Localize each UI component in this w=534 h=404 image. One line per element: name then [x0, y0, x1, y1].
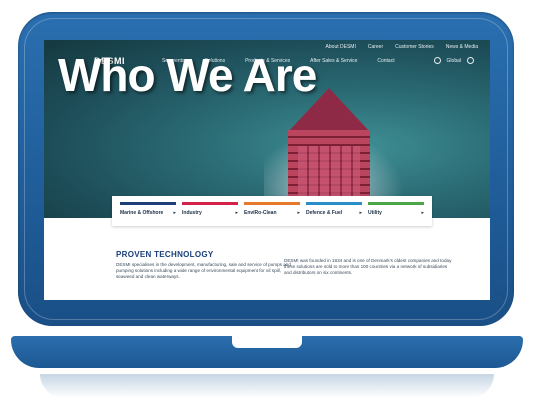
- category-color-bar: [244, 202, 300, 205]
- top-link-customer-stories[interactable]: Customer Stories: [395, 44, 434, 50]
- category-color-bar: [182, 202, 238, 205]
- hero-banner: About DESMI Career Customer Stories News…: [44, 40, 490, 218]
- intro-paragraph-right: DESMI was founded in 1834 and is one of …: [284, 258, 452, 275]
- category-card-enviro-clean[interactable]: EnviRo-Clean ▸: [244, 202, 300, 226]
- nav-right-controls: Global: [433, 57, 474, 64]
- chevron-right-icon: ▸: [297, 210, 300, 216]
- category-color-bar: [368, 202, 424, 205]
- category-color-bar: [120, 202, 176, 205]
- laptop-reflection: [40, 374, 494, 398]
- chevron-right-icon: ▸: [359, 210, 362, 216]
- category-label: EnviRo-Clean: [244, 210, 277, 216]
- category-label: Utility: [368, 210, 382, 216]
- laptop-base-notch: [232, 336, 302, 348]
- category-color-bar: [306, 202, 362, 205]
- category-card-industry[interactable]: Industry ▸: [182, 202, 238, 226]
- nav-item-contact[interactable]: Contact: [377, 58, 394, 64]
- top-utility-links: About DESMI Career Customer Stories News…: [326, 44, 478, 50]
- category-label: Industry: [182, 210, 202, 216]
- category-label: Defence & Fuel: [306, 210, 343, 216]
- chevron-right-icon: ▸: [421, 210, 424, 216]
- top-link-news[interactable]: News & Media: [446, 44, 478, 50]
- nav-item-after-sales[interactable]: After Sales & Service: [310, 58, 357, 64]
- top-link-career[interactable]: Career: [368, 44, 383, 50]
- top-link-about[interactable]: About DESMI: [326, 44, 356, 50]
- category-card-utility[interactable]: Utility ▸: [368, 202, 424, 226]
- category-cards: Marine & Offshore ▸ Industry ▸ EnviRo-Cl…: [112, 196, 432, 226]
- chevron-right-icon: ▸: [173, 210, 176, 216]
- language-label[interactable]: Global: [447, 58, 461, 64]
- hero-title: Who We Are: [58, 49, 317, 101]
- section-title: PROVEN TECHNOLOGY: [116, 250, 214, 259]
- search-icon[interactable]: [433, 57, 441, 64]
- category-card-marine[interactable]: Marine & Offshore ▸: [120, 202, 176, 226]
- category-card-defence[interactable]: Defence & Fuel ▸: [306, 202, 362, 226]
- globe-icon[interactable]: [467, 57, 474, 64]
- category-label: Marine & Offshore: [120, 210, 164, 216]
- intro-paragraph-left: DESMI specialises in the development, ma…: [116, 262, 291, 279]
- laptop-screen: About DESMI Career Customer Stories News…: [44, 40, 490, 300]
- chevron-right-icon: ▸: [235, 210, 238, 216]
